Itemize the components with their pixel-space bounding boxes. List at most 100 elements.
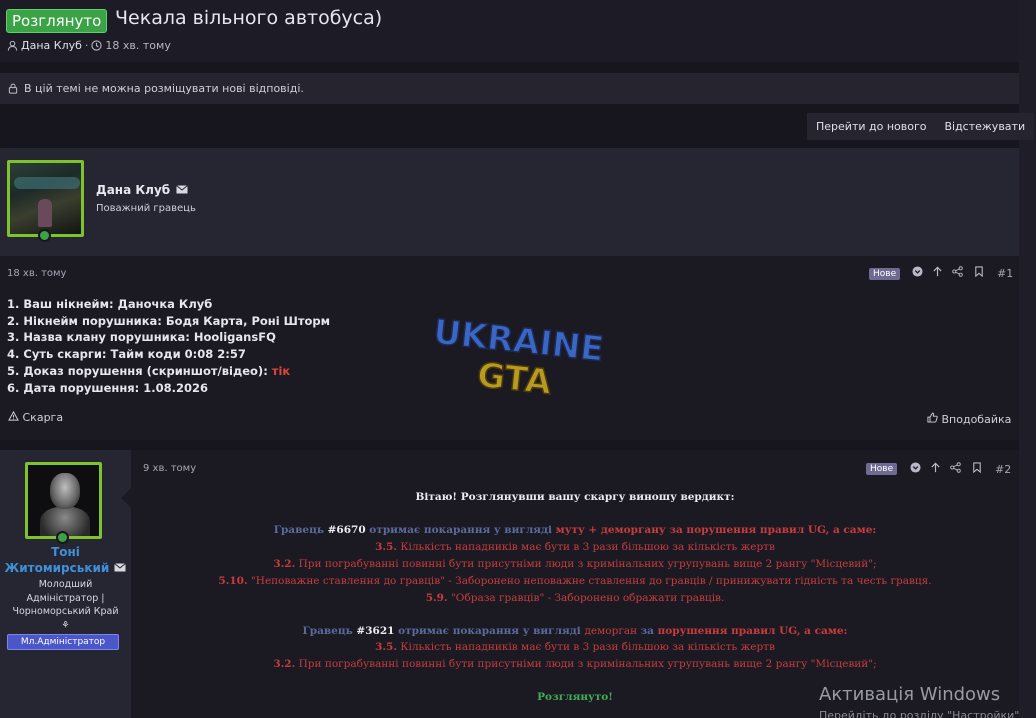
post2-username-line2[interactable]: Житомирський [0,561,131,575]
logo-line2: GTA [475,355,554,402]
post2-username-line1[interactable]: Тоні [0,545,131,559]
new-badge: Нове [869,268,901,280]
rule-number: 3.2. [273,658,296,670]
avatar[interactable] [7,160,84,237]
post1-username[interactable]: Дана Клуб [96,183,189,197]
thread-actions: Перейти до нового Відстежувати [807,113,1035,140]
clock-icon [91,40,103,51]
report-button[interactable]: Скарга [8,410,64,424]
watch-button[interactable]: Відстежувати [935,113,1034,140]
rule-number: 5.10. [218,575,248,587]
notice-text: В цій темі не можна розміщувати нові від… [24,82,304,95]
chevron-down-icon[interactable] [910,462,921,476]
windows-activation-title: Активація Windows [819,684,1001,705]
rule-number: 5.9. [425,592,448,604]
verdict-text: отримає покарання у вигляді [365,524,556,536]
verdict-punishment: деморган [584,625,641,637]
rule-line: 3.2. При пограбуванні повинні бути прису… [131,556,1019,574]
scrollbar-area[interactable] [1019,0,1036,718]
bookmark-icon[interactable] [972,462,982,476]
meta-separator: · [84,39,89,52]
post2-user-title-symbol: ⚘ [61,620,70,631]
new-badge: Нове [866,463,898,475]
bookmark-icon[interactable] [974,266,984,280]
verdict-text: Гравець [302,625,357,637]
post2-time[interactable]: 9 хв. тому [143,463,196,474]
verdict-offender-1: Гравець #6670 отримає покарання у вигляд… [131,522,1019,540]
rule-line: 3.5. Кількість нападників має бути в 3 р… [131,539,1019,557]
envelope-icon[interactable] [176,185,189,194]
thread-title: Чекала вільного автобуса) [115,7,383,29]
verdict-punishment: порушення правил UG, а саме: [657,625,848,637]
rule-text: При пограбуванні повинні бути присутніми… [295,658,877,670]
evidence-link[interactable]: тік [272,364,290,378]
report-line: 1. Ваш нікнейм: Даночка Клуб [7,297,213,311]
user-icon [7,40,18,51]
post2-user-title: Молодший [38,579,93,590]
thread-time[interactable]: 18 хв. тому [105,39,170,52]
role-badge: Мл.Адміністратор [7,634,119,650]
post1-time[interactable]: 18 хв. тому [7,268,66,279]
like-label: Вподобайка [941,413,1012,426]
post1-user-title: Поважний гравець [96,203,196,214]
report-line: 4. Суть скарги: Тайм коди 0:08 2:57 [7,347,246,362]
windows-activation-hint: Перейдіть до розділу "Настройки" [819,709,1020,718]
ukraine-gta-logo: UKRAINE GTA [431,316,607,402]
go-to-new-button[interactable]: Перейти до нового [807,113,935,140]
post1-username-text: Дана Клуб [96,183,171,197]
arrow-up-icon[interactable] [932,266,943,280]
rule-text: При пограбуванні повинні бути присутніми… [295,558,877,570]
envelope-icon[interactable] [114,563,127,572]
avatar-scene [14,177,80,189]
post-arrow-decoration [121,488,131,508]
online-status-icon [38,229,51,242]
avatar-figure [38,199,52,227]
thread-meta: Дана Клуб · 18 хв. тому [7,39,171,52]
verdict-greeting: Вітаю! Розглянувши вашу скаргу виношу ве… [415,491,735,503]
rule-number: 3.5. [375,541,398,553]
verdict-text: отримає покарання у вигляді [394,625,585,637]
report-line-evidence-label: 5. Доказ порушення (скриншот/відео): [7,363,272,378]
post2-number-link[interactable]: #2 [995,463,1011,476]
report-line: 2. Нікнейм порушника: Бодя Карта, Роні Ш… [7,313,331,328]
post1-content: 1. Ваш нікнейм: Даночка Клуб 2. Нікнейм … [7,296,330,396]
report-label: Скарга [22,411,64,424]
share-icon[interactable] [952,266,963,280]
avatar[interactable] [25,462,102,539]
chevron-down-icon[interactable] [912,266,923,280]
like-button[interactable]: Вподобайка [927,412,1011,426]
thumbs-up-icon [927,412,938,423]
post2-user-title: Адміністратор | [26,593,105,604]
verdict-text: за [640,625,658,637]
report-line-evidence: 5. Доказ порушення (скриншот/відео): тік [7,363,330,380]
status-badge: Розглянуто [6,9,108,33]
post1-user-header [0,148,1019,256]
rule-text: Кількість нападників має бути в 3 рази б… [397,641,775,653]
share-icon[interactable] [950,462,961,476]
rule-text: "Неповажне ставлення до гравців" - Забор… [247,575,932,587]
warning-icon [8,410,19,421]
rule-line: 5.9. "Образа гравців" - Заборонено ображ… [131,590,1019,608]
report-line: 3. Назва клану порушника: HooligansFQ [7,330,276,345]
verdict-offender-2: Гравець #3621 отримає покарання у вигляд… [131,623,1019,641]
post2-username-text: Житомирський [4,561,110,575]
player-id: #3621 [356,625,395,637]
online-status-icon [56,531,69,544]
verdict-punishment: муту + деморгану за порушення правил UG,… [555,524,877,536]
post1-number-link[interactable]: #1 [997,267,1013,280]
rule-text: Кількість нападників має бути в 3 рази б… [397,541,775,553]
rule-number: 3.5. [375,641,398,653]
rule-text: "Образа гравців" - Заборонено ображати г… [447,592,725,604]
rule-number: 3.2. [273,558,296,570]
rule-line: 3.5. Кількість нападників має бути в 3 р… [131,639,1019,657]
thread-author-link[interactable]: Дана Клуб [21,39,82,52]
post2-user-title: Чорноморський Край [12,606,119,617]
avatar-figure-head [50,473,80,509]
rule-line: 5.10. "Неповажне ставлення до гравців" -… [131,573,1019,591]
lock-icon [8,83,18,94]
rule-line: 3.2. При пограбуванні повинні бути прису… [131,656,1019,674]
player-id: #6670 [327,524,366,536]
report-line: 6. Дата порушення: 1.08.2026 [7,380,209,395]
verdict-text: Гравець [273,524,328,536]
arrow-up-icon[interactable] [930,462,941,476]
